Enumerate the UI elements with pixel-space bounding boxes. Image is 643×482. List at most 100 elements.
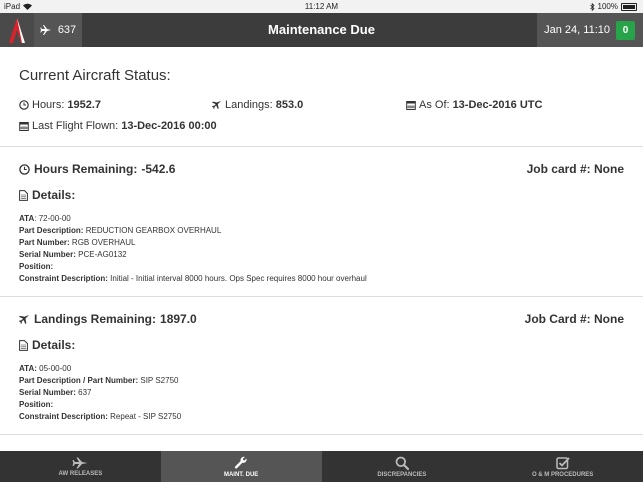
- battery-icon: [621, 2, 637, 11]
- remaining-stat: Landings Remaining: 1897.0: [19, 312, 197, 326]
- field-label: Constraint Description:: [19, 412, 108, 421]
- battery-percent: 100%: [597, 2, 618, 11]
- field-value: Initial - Initial interval 8000 hours. O…: [110, 274, 367, 283]
- job-card-value: None: [594, 162, 624, 176]
- search-icon: [395, 456, 409, 470]
- tab-label: O & M PROCEDURES: [531, 471, 594, 478]
- field-value: 72-00-00: [38, 214, 71, 223]
- field-row: ATA: 05-00-00: [19, 363, 624, 375]
- bottom-tab-bar: AW RELEASES MAINT. DUE DISCREPANCIES O &…: [0, 451, 643, 482]
- tab-label: MAINT. DUE: [223, 471, 259, 478]
- plane-icon: [212, 100, 222, 110]
- field-row: Constraint Description: Initial - Initia…: [19, 273, 624, 285]
- details-title: Details:: [32, 188, 76, 202]
- plane-icon: [40, 24, 52, 36]
- count-badge[interactable]: 0: [616, 20, 635, 40]
- plane-icon: [72, 457, 88, 469]
- details-heading: Details:: [19, 337, 624, 353]
- tab-label: AW RELEASES: [58, 470, 103, 477]
- field-value: SIP S2750: [140, 376, 179, 385]
- job-card-label: Job Card #:: [524, 312, 591, 326]
- app-logo[interactable]: [0, 13, 34, 47]
- landings-value: 853.0: [275, 99, 304, 111]
- nav-bar: 637 Maintenance Due Jan 24, 11:10 0: [0, 13, 643, 47]
- field-value: Repeat - SIP S2750: [110, 412, 182, 421]
- remaining-stat: Hours Remaining: -542.6: [19, 162, 175, 176]
- last-flight-label: Last Flight Flown:: [32, 120, 119, 132]
- hours-value: 1952.7: [67, 99, 102, 111]
- field-row: Position:: [19, 261, 624, 273]
- field-row: Serial Number: PCE-AG0132: [19, 249, 624, 261]
- field-value: RGB OVERHAUL: [71, 238, 136, 247]
- landings-stat: Landings: 853.0: [212, 99, 303, 111]
- field-label: ATA:: [19, 364, 37, 373]
- remaining-label: Landings Remaining:: [34, 312, 157, 326]
- hours-label: Hours:: [32, 99, 65, 111]
- aircraft-selector[interactable]: 637: [34, 13, 82, 47]
- document-icon: [19, 339, 28, 351]
- field-row: ATA: 72-00-00: [19, 213, 624, 225]
- as-of-value: 13-Dec-2016 UTC: [452, 99, 543, 111]
- field-row: Position:: [19, 399, 624, 411]
- tab-discrepancies[interactable]: DISCREPANCIES: [322, 451, 483, 482]
- details-heading: Details:: [19, 187, 624, 203]
- remaining-value: 1897.0: [160, 312, 197, 326]
- section-title: Current Aircraft Status:: [19, 67, 171, 84]
- job-card: Job Card #: None: [525, 312, 624, 326]
- field-value: 05-00-00: [39, 364, 72, 373]
- tab-o-m-procedures[interactable]: O & M PROCEDURES: [482, 451, 643, 482]
- bluetooth-icon: [589, 2, 595, 11]
- status-time: 11:12 AM: [304, 2, 339, 11]
- main-content[interactable]: Current Aircraft Status: Hours: 1952.7 L…: [0, 47, 643, 451]
- as-of-stat: As Of: 13-Dec-2016 UTC: [406, 99, 542, 111]
- sync-status[interactable]: Jan 24, 11:10 0: [537, 13, 643, 47]
- calendar-icon: [406, 100, 416, 110]
- last-flight-value: 13-Dec-2016 00:00: [121, 120, 217, 132]
- field-row: Part Description: REDUCTION GEARBOX OVER…: [19, 225, 624, 237]
- tab-maint-due[interactable]: MAINT. DUE: [160, 451, 322, 482]
- field-row: Part Number: RGB OVERHAUL: [19, 237, 624, 249]
- field-label: Serial Number:: [19, 388, 76, 397]
- tab-label: DISCREPANCIES: [377, 471, 427, 478]
- field-label: Constraint Description:: [19, 274, 108, 283]
- job-card-label: Job card #:: [526, 162, 591, 176]
- details-title: Details:: [32, 338, 76, 352]
- job-card-value: None: [594, 312, 624, 326]
- as-of-label: As Of:: [419, 99, 450, 111]
- job-card: Job card #: None: [527, 162, 624, 176]
- wrench-icon: [234, 456, 248, 470]
- clock-icon: [19, 100, 29, 110]
- remaining-value: -542.6: [141, 162, 176, 176]
- aircraft-number: 637: [57, 24, 77, 36]
- maintenance-card[interactable]: Landings Remaining: 1897.0 Job Card #: N…: [0, 297, 643, 435]
- card-header: Landings Remaining: 1897.0 Job Card #: N…: [19, 311, 624, 327]
- field-label: Part Description / Part Number:: [19, 376, 139, 385]
- details-fields: ATA: 72-00-00 Part Description: REDUCTIO…: [19, 213, 624, 285]
- hours-stat: Hours: 1952.7: [19, 99, 101, 111]
- field-value: 637: [78, 388, 92, 397]
- field-label: Part Description:: [19, 226, 84, 235]
- field-label: Position:: [19, 262, 54, 271]
- tab-aw-releases[interactable]: AW RELEASES: [0, 451, 161, 482]
- clock-icon: [19, 163, 30, 175]
- aircraft-status-section: Current Aircraft Status: Hours: 1952.7 L…: [0, 47, 643, 147]
- field-row: Part Description / Part Number: SIP S275…: [19, 375, 624, 387]
- field-label: ATA: [19, 214, 35, 223]
- card-header: Hours Remaining: -542.6 Job card #: None: [19, 161, 624, 177]
- last-flight-stat: Last Flight Flown: 13-Dec-2016 00:00: [19, 120, 217, 132]
- details-fields: ATA: 05-00-00 Part Description / Part Nu…: [19, 363, 624, 423]
- maintenance-card[interactable]: Hours Remaining: -542.6 Job card #: None…: [0, 147, 643, 297]
- field-label: Part Number:: [19, 238, 70, 247]
- plane-icon: [19, 314, 30, 325]
- field-label: Position:: [19, 400, 54, 409]
- field-value: PCE-AG0132: [78, 250, 127, 259]
- system-status-bar: iPad 11:12 AM 100%: [0, 0, 643, 13]
- field-label: Serial Number:: [19, 250, 76, 259]
- status-row-2: Last Flight Flown: 13-Dec-2016 00:00: [19, 119, 624, 133]
- status-row-1: Hours: 1952.7 Landings: 853.0 As Of: 13-…: [19, 98, 624, 112]
- calendar-icon: [19, 121, 29, 131]
- field-row: Constraint Description: Repeat - SIP S27…: [19, 411, 624, 423]
- landings-label: Landings:: [225, 99, 273, 111]
- last-sync-datetime: Jan 24, 11:10: [544, 24, 610, 36]
- field-row: Serial Number: 637: [19, 387, 624, 399]
